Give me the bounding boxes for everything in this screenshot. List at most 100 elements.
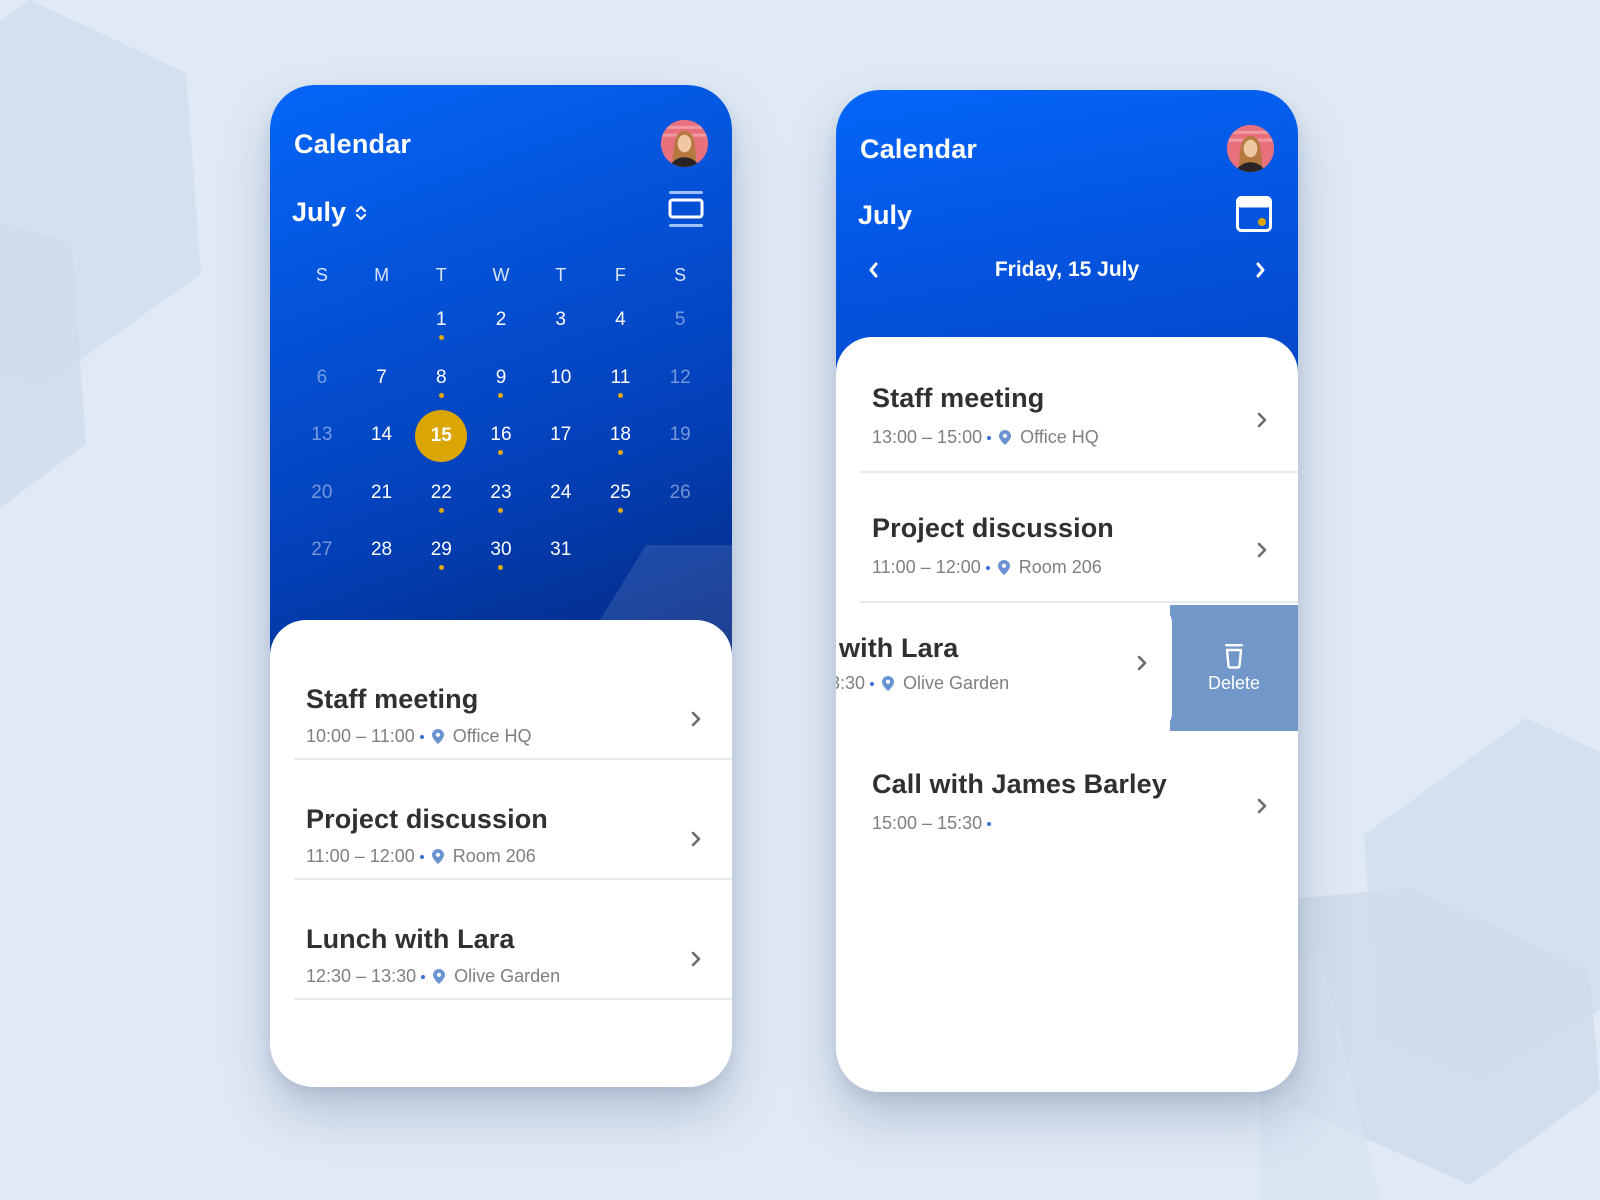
event-time: 11:00 – 12:00 (306, 846, 415, 866)
day-cell[interactable]: 6 (292, 361, 352, 419)
event-location: Room 206 (452, 846, 536, 866)
day-cell-selected[interactable]: 15 (411, 410, 471, 476)
day-number: 11 (610, 366, 631, 388)
avatar-photo-icon (661, 120, 708, 167)
event-list-item[interactable]: Staff meeting 13:00 – 15:00 Office HQ (860, 345, 1298, 473)
event-title: Staff meeting (872, 383, 1045, 413)
day-cell[interactable]: 24 (531, 476, 591, 534)
day-cell[interactable]: 12 (650, 361, 710, 419)
day-number: 21 (370, 481, 393, 503)
weekday-label: W (492, 265, 510, 285)
day-cell[interactable]: 25 (591, 476, 651, 534)
app-title: Calendar (860, 134, 978, 164)
weekday-label: S (315, 265, 328, 285)
day-cell[interactable]: 21 (352, 476, 412, 534)
event-title: Project discussion (872, 513, 1114, 543)
location-pin-icon (882, 676, 895, 691)
day-cell[interactable]: 18 (591, 418, 651, 476)
day-number: 6 (316, 366, 328, 388)
day-cell[interactable]: 20 (292, 476, 352, 534)
chevron-right-icon[interactable] (1252, 260, 1268, 280)
day-cell[interactable]: 26 (650, 476, 710, 534)
event-meta: 11:00 – 12:00 Room 206 (872, 557, 1102, 578)
separator-dot (419, 854, 424, 859)
event-list: Staff meeting 13:00 – 15:00 Office HQ Proje… (836, 337, 1298, 1092)
day-number: 16 (490, 424, 512, 445)
separator-dot (987, 435, 992, 440)
day-number: 25 (609, 481, 631, 503)
event-indicator-dot (617, 450, 623, 455)
event-meta: 15:00 – 15:30 (872, 813, 999, 834)
event-indicator-dot (498, 565, 504, 570)
day-number: 10 (550, 366, 572, 388)
weekday-label: T (555, 265, 567, 285)
chevron-right-icon (1257, 798, 1267, 814)
event-list-item-swiped[interactable]: with Lara 3:30 Olive Garden (836, 605, 1172, 731)
weekday-label: T (435, 265, 447, 285)
user-avatar[interactable] (1227, 125, 1274, 172)
day-cell[interactable]: 4 (591, 303, 651, 361)
day-cell[interactable]: 7 (352, 361, 412, 419)
event-indicator-dot (438, 507, 444, 513)
separator-dot (870, 681, 875, 686)
event-meta: 10:00 – 11:00 Office HQ (306, 726, 531, 747)
separator-dot (985, 565, 990, 570)
day-number: 8 (435, 366, 447, 388)
day-cell[interactable]: 1 (411, 303, 471, 361)
day-cell[interactable]: 19 (650, 418, 710, 476)
delete-button[interactable]: Delete (1170, 605, 1298, 731)
event-location: Office HQ (452, 726, 532, 746)
event-title: Project discussion (306, 804, 548, 834)
event-list-item[interactable]: Lunch with Lara 12:30 – 13:30 Olive Garden (294, 880, 732, 1000)
day-number: 23 (490, 481, 512, 503)
event-title: Lunch with Lara (306, 924, 515, 954)
day-cell[interactable]: 14 (352, 418, 412, 476)
day-cell[interactable]: 2 (471, 303, 531, 361)
event-list-item[interactable]: Call with James Barley 15:00 – 15:30 (860, 731, 1298, 851)
day-cell[interactable]: 23 (471, 476, 531, 534)
day-cell[interactable]: 27 (292, 533, 352, 591)
event-list-item[interactable]: Project discussion 11:00 – 12:00 Room 206 (294, 760, 732, 880)
month-label: July (292, 197, 347, 227)
event-meta: 12:30 – 13:30 Olive Garden (306, 966, 560, 987)
day-cell[interactable]: 10 (531, 361, 591, 419)
event-indicator-dot (498, 507, 504, 513)
calendar-view-icon[interactable] (1236, 196, 1272, 232)
user-avatar[interactable] (661, 120, 708, 167)
day-cell[interactable]: 17 (531, 418, 591, 476)
empty-day-cell (292, 303, 352, 361)
delete-label: Delete (1207, 672, 1261, 693)
background-hexagon-top-left (0, 0, 201, 508)
day-view-screen: Calendar July Friday, 15 July Staff meet… (836, 90, 1298, 1092)
event-list-item[interactable]: Staff meeting 10:00 – 11:00 Office HQ (294, 640, 732, 760)
day-number: 29 (430, 539, 452, 560)
separator-dot (421, 974, 426, 979)
day-number: 13 (311, 424, 333, 445)
day-cell[interactable]: 28 (352, 533, 412, 591)
day-cell[interactable]: 30 (471, 533, 531, 591)
day-cell[interactable]: 29 (411, 533, 471, 591)
month-day-grid: 1 2 3 4 5 6 7 8 9 10 11 12 13 14 15 16 17 18 19 20 21 22 23 24 2… (292, 303, 710, 591)
day-cell[interactable]: 5 (650, 303, 710, 361)
day-number: 31 (550, 539, 572, 560)
day-cell[interactable]: 3 (531, 303, 591, 361)
day-cell[interactable]: 31 (531, 533, 591, 591)
event-indicator-dot (438, 392, 444, 398)
event-location: Room 206 (1018, 557, 1102, 577)
list-view-icon[interactable] (668, 191, 704, 227)
day-cell[interactable]: 16 (471, 418, 531, 476)
event-list-item[interactable]: Project discussion 11:00 – 12:00 Room 206 (860, 475, 1298, 603)
day-cell[interactable]: 13 (292, 418, 352, 476)
day-number: 15 (415, 410, 468, 462)
selected-date-label: Friday, 15 July (994, 258, 1140, 281)
event-indicator-dot (617, 507, 623, 513)
day-cell[interactable]: 9 (471, 361, 531, 419)
event-indicator-dot (438, 565, 444, 570)
event-time: 3:30 (836, 673, 866, 693)
day-cell[interactable]: 11 (591, 361, 651, 419)
event-indicator-dot (438, 335, 444, 340)
weekday-label: M (374, 265, 390, 285)
day-number: 12 (669, 366, 691, 388)
day-cell[interactable]: 22 (411, 476, 471, 534)
month-selector[interactable]: July (292, 197, 368, 228)
